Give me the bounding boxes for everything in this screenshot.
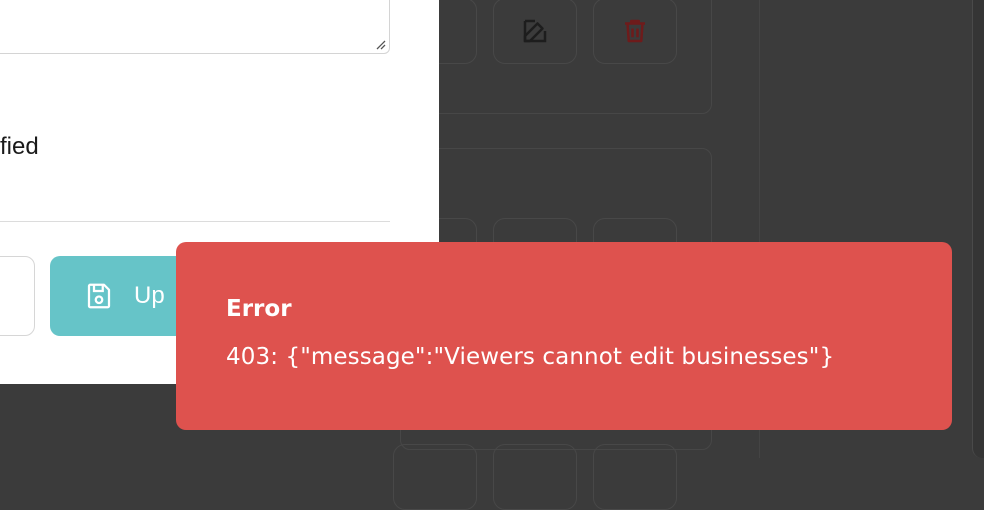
toast-message: 403: {"message":"Viewers cannot edit bus… (226, 344, 835, 370)
toast-title: Error (226, 296, 292, 322)
divider (0, 221, 390, 222)
update-button-label: Up (134, 282, 165, 309)
description-textarea[interactable] (0, 0, 390, 54)
delete-button[interactable] (593, 0, 677, 64)
edit-button[interactable] (493, 0, 577, 64)
cancel-button[interactable] (0, 256, 35, 336)
view-button[interactable] (393, 444, 477, 510)
trash-icon (625, 19, 645, 43)
error-toast[interactable]: Error 403: {"message":"Viewers cannot ed… (176, 242, 952, 430)
save-icon (87, 283, 111, 309)
resize-handle-icon[interactable] (374, 38, 386, 50)
verified-label: fied (0, 133, 39, 160)
delete-button[interactable] (593, 444, 677, 510)
edit-button[interactable] (493, 444, 577, 510)
right-panel-edge (972, 0, 984, 458)
edit-icon (523, 19, 547, 43)
